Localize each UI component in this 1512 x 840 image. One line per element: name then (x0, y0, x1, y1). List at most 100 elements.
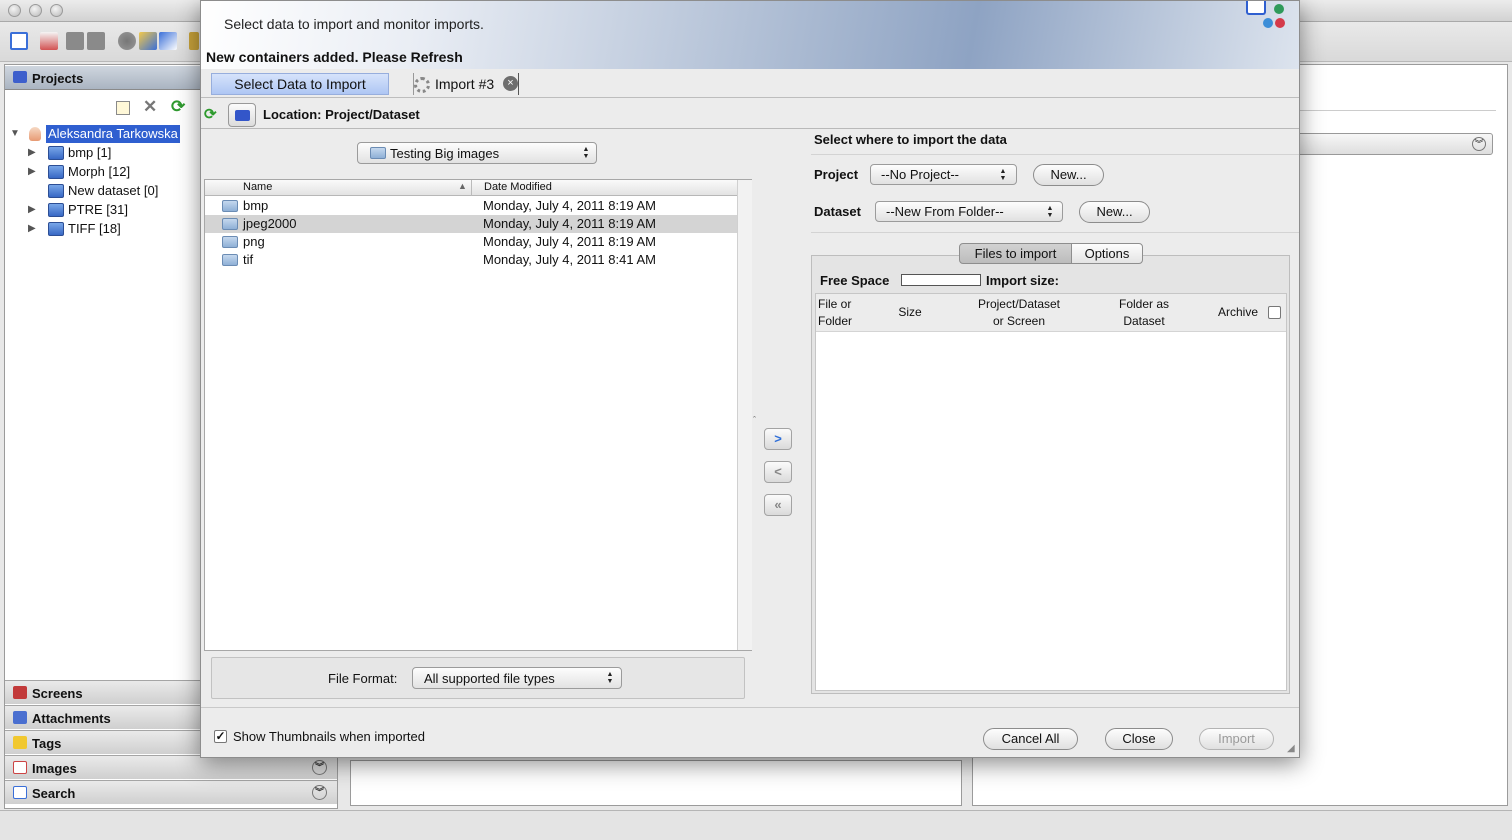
refresh-icon[interactable]: ⟳ (171, 97, 185, 117)
file-name: bmp (243, 198, 269, 213)
new-document-icon[interactable] (10, 32, 28, 50)
logo-dot-blue (1263, 18, 1273, 28)
file-date: Monday, July 4, 2011 8:19 AM (483, 198, 656, 213)
file-name: jpeg2000 (243, 216, 297, 231)
images-section[interactable]: Images ︾ (5, 755, 337, 779)
file-row[interactable]: bmp Monday, July 4, 2011 8:19 AM (205, 197, 737, 215)
search-tool-icon[interactable] (118, 32, 136, 50)
column-size[interactable]: Size (886, 304, 934, 321)
edit-icon[interactable] (40, 32, 58, 50)
tab-options[interactable]: Options (1071, 243, 1143, 264)
import-dialog: Select data to import and monitor import… (200, 0, 1300, 758)
paperclip-icon (13, 711, 27, 724)
refresh-icon[interactable]: ⟳ (204, 107, 220, 123)
show-thumbnails-checkbox[interactable]: ✓ (214, 730, 227, 743)
file-name: tif (243, 252, 254, 267)
annotate-icon[interactable] (139, 32, 157, 50)
right-panel-selector[interactable]: ︾ (1295, 133, 1493, 155)
screen-icon (13, 686, 27, 699)
location-folder-button[interactable] (228, 103, 256, 127)
sort-ascending-icon: ▲ (458, 181, 467, 191)
import-queue-table[interactable]: File or Folder Size Project/Dataset or S… (815, 293, 1287, 691)
center-panel (350, 760, 962, 806)
remove-all-from-queue-button[interactable]: « (764, 494, 792, 516)
dialog-footer: ✓ Show Thumbnails when imported Cancel A… (201, 707, 1299, 757)
file-list-header: Name ▲ Date Modified (205, 180, 737, 196)
file-row[interactable]: png Monday, July 4, 2011 8:19 AM (205, 233, 737, 251)
destination-title: Select where to import the data (814, 132, 1007, 147)
divider (811, 154, 1299, 155)
tree-root[interactable]: ▼ Aleksandra Tarkowska (10, 125, 190, 143)
window-zoom-button[interactable] (50, 4, 63, 17)
section-label: Screens (32, 686, 83, 701)
section-label: Attachments (32, 711, 111, 726)
window-minimize-button[interactable] (29, 4, 42, 17)
right-panel-divider (1300, 110, 1496, 111)
divider (811, 232, 1299, 233)
splitter-handle[interactable]: ˆ (753, 415, 756, 425)
expand-arrow-icon[interactable]: ▶ (28, 144, 40, 162)
image-icon (13, 761, 27, 774)
file-list[interactable]: Name ▲ Date Modified bmp Monday, July 4,… (204, 179, 752, 651)
file-format-dropdown[interactable]: All supported file types ▲ ▼ (412, 667, 622, 689)
view-grid-icon[interactable] (66, 32, 84, 50)
tree-item-label: bmp [1] (68, 145, 112, 160)
omero-logo-icon (1244, 1, 1294, 31)
view-list-icon[interactable] (87, 32, 105, 50)
remove-from-queue-button[interactable]: < (764, 461, 792, 483)
file-format-label: File Format: (328, 671, 398, 686)
file-name: png (243, 234, 265, 249)
show-thumbnails-label: Show Thumbnails when imported (233, 729, 425, 744)
projects-panel-title: Projects (32, 71, 84, 86)
dataset-icon (48, 203, 64, 217)
add-container-icon[interactable] (116, 101, 130, 115)
column-archive[interactable]: Archive (1214, 304, 1262, 321)
project-dropdown[interactable]: --No Project-- ▲ ▼ (870, 164, 1017, 185)
archive-checkbox[interactable] (1268, 306, 1281, 319)
collapse-arrow-icon[interactable]: ▼ (10, 128, 20, 139)
cancel-all-button[interactable]: Cancel All (983, 728, 1078, 750)
chevron-down-icon[interactable]: ︾ (1472, 137, 1486, 151)
location-row: ⟳ Location: Project/Dataset (201, 101, 1299, 129)
refresh-message: New containers added. Please Refresh (206, 49, 463, 65)
new-project-button[interactable]: New... (1033, 164, 1104, 186)
column-file-or-folder[interactable]: File or Folder (818, 296, 862, 330)
column-date-modified[interactable]: Date Modified (484, 181, 552, 193)
chevron-down-icon[interactable]: ︾ (312, 785, 327, 800)
tree-item-label: New dataset [0] (68, 183, 159, 198)
tree-root-label: Aleksandra Tarkowska (46, 125, 180, 143)
column-name[interactable]: Name (243, 181, 272, 193)
tab-select-data[interactable]: Select Data to Import (211, 73, 389, 95)
dataset-icon (48, 146, 64, 160)
section-label: Images (32, 761, 77, 776)
tab-import-3[interactable]: Import #3 × (413, 73, 519, 95)
up-down-arrows-icon: ▲ ▼ (606, 671, 614, 685)
user-icon[interactable] (189, 32, 199, 50)
dataset-dropdown[interactable]: --New From Folder-- ▲ ▼ (875, 201, 1063, 222)
new-dataset-button[interactable]: New... (1079, 201, 1150, 223)
share-icon[interactable] (159, 32, 177, 50)
close-button[interactable]: Close (1105, 728, 1173, 750)
file-list-scrollbar[interactable] (737, 180, 752, 650)
tree-item-label: Morph [12] (68, 164, 131, 179)
search-section[interactable]: Search ︾ (5, 780, 337, 804)
chevron-down-icon[interactable]: ︾ (312, 760, 327, 775)
file-row-selected[interactable]: jpeg2000 Monday, July 4, 2011 8:19 AM (205, 215, 737, 233)
close-tab-icon[interactable]: × (503, 76, 518, 91)
tab-import-label: Import #3 (435, 76, 495, 92)
expand-arrow-icon[interactable]: ▶ (28, 201, 40, 219)
file-row[interactable]: tif Monday, July 4, 2011 8:41 AM (205, 251, 737, 269)
resize-grip-icon[interactable]: ◢ (1287, 743, 1299, 755)
import-button[interactable]: Import (1199, 728, 1274, 750)
delete-icon[interactable]: ✕ (143, 97, 157, 117)
column-project-dataset[interactable]: Project/Dataset or Screen (964, 296, 1074, 330)
column-folder-as-dataset[interactable]: Folder as Dataset (1101, 296, 1187, 330)
add-to-queue-button[interactable]: > (764, 428, 792, 450)
expand-arrow-icon[interactable]: ▶ (28, 163, 40, 181)
expand-arrow-icon[interactable]: ▶ (28, 220, 40, 238)
folder-dropdown[interactable]: Testing Big images ▲ ▼ (357, 142, 597, 164)
tab-files-to-import[interactable]: Files to import (959, 243, 1072, 264)
window-close-button[interactable] (8, 4, 21, 17)
logo-dot-red (1275, 18, 1285, 28)
file-date: Monday, July 4, 2011 8:41 AM (483, 252, 656, 267)
